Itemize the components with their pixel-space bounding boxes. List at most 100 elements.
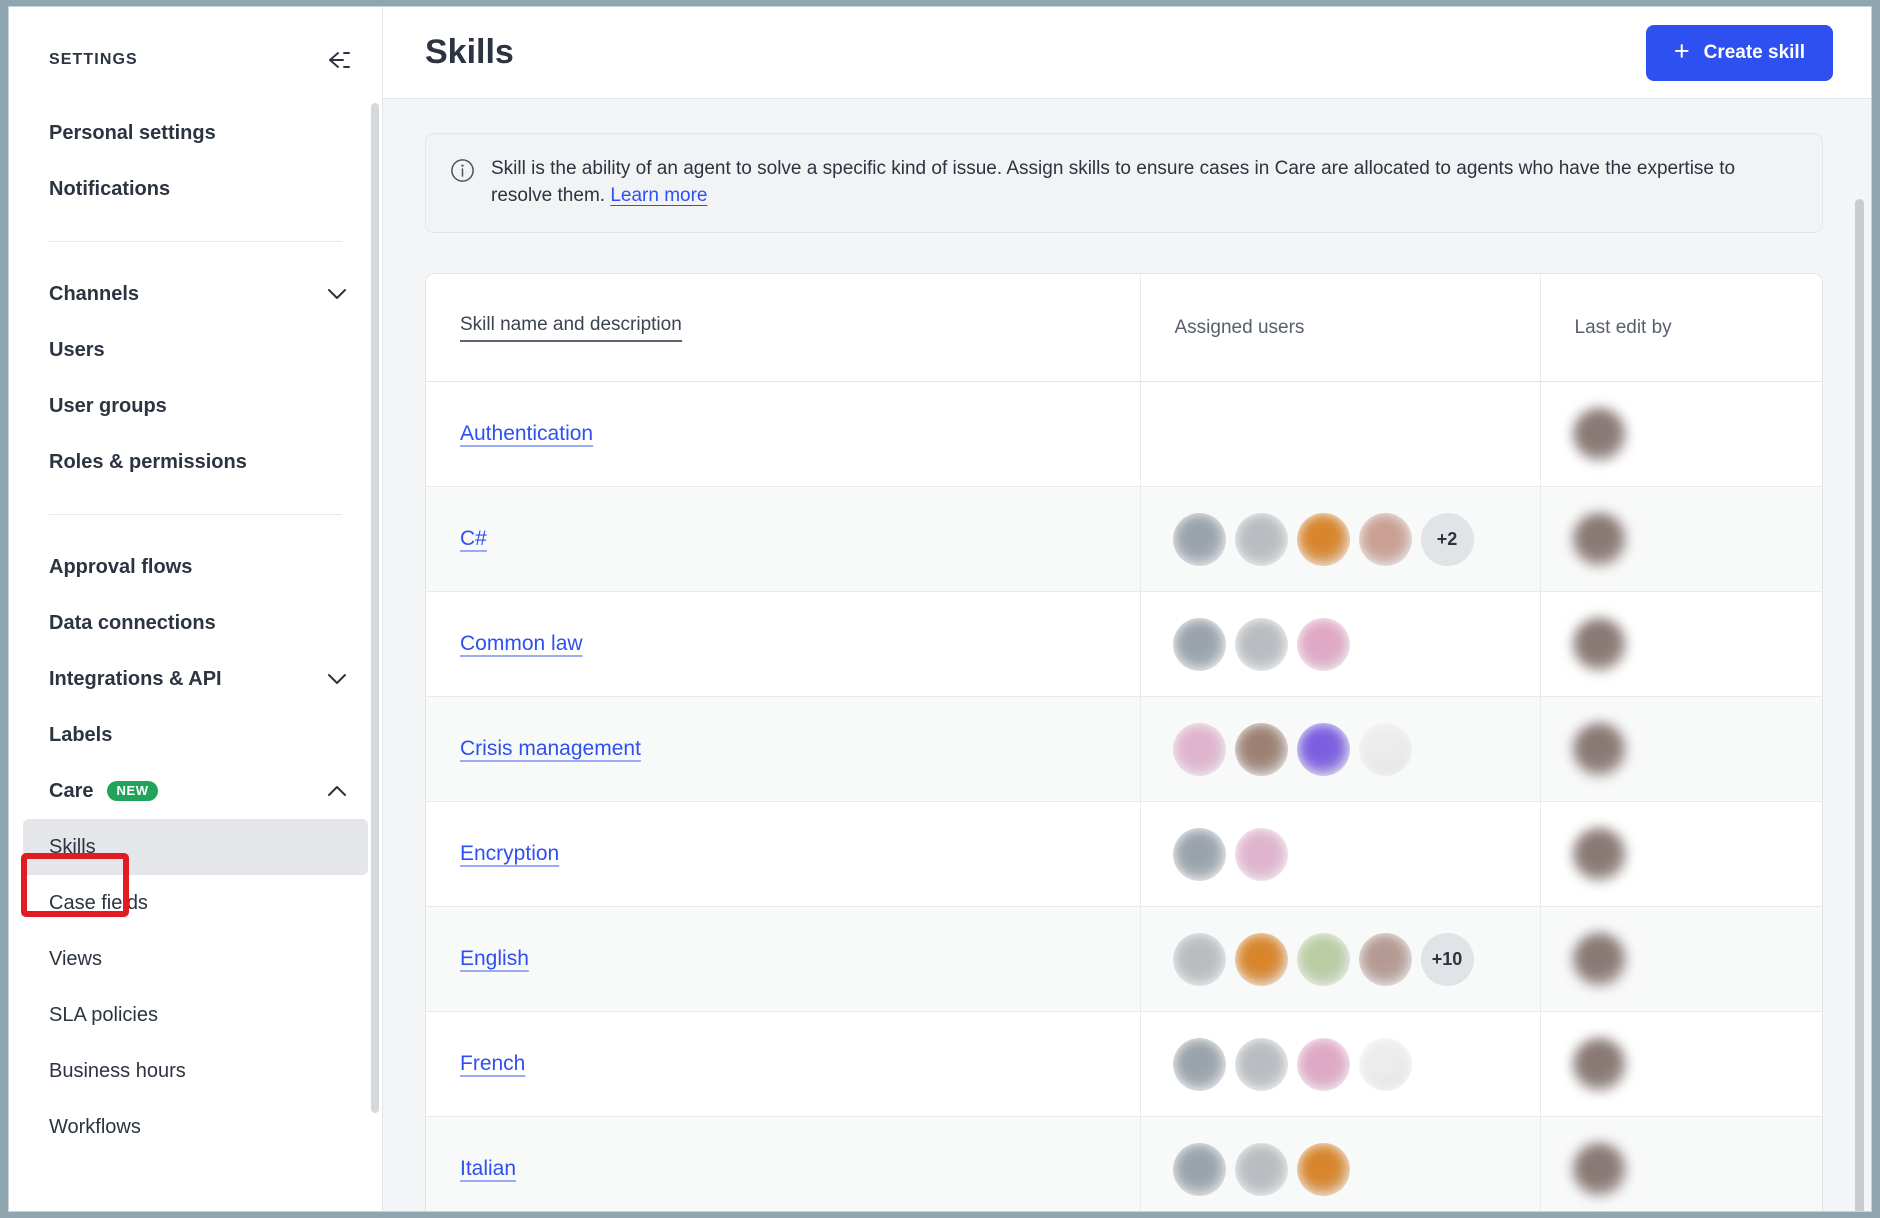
- avatar[interactable]: [1358, 722, 1412, 776]
- table-row[interactable]: English +10: [426, 906, 1823, 1013]
- avatar[interactable]: [1358, 512, 1412, 566]
- avatar[interactable]: [1234, 617, 1288, 671]
- avatar[interactable]: [1572, 1037, 1823, 1091]
- plus-icon: +: [1673, 36, 1690, 66]
- info-banner-text: Skill is the ability of an agent to solv…: [491, 156, 1781, 210]
- table-row[interactable]: Authentication: [426, 381, 1823, 488]
- chevron-down-icon[interactable]: [326, 287, 348, 301]
- table-row[interactable]: Italian: [426, 1116, 1823, 1211]
- skill-link[interactable]: Authentication: [460, 422, 593, 445]
- sidebar-item-notifications[interactable]: Notifications: [9, 161, 382, 217]
- sidebar-item-label: Integrations & API: [49, 667, 222, 690]
- sidebar-item-business-hours[interactable]: Business hours: [9, 1043, 382, 1099]
- avatar[interactable]: [1234, 932, 1288, 986]
- sidebar-item-integrations-api[interactable]: Integrations & API: [9, 651, 382, 707]
- sidebar-scrollbar[interactable]: [371, 103, 379, 1113]
- skill-name-cell: Authentication: [426, 381, 1140, 488]
- sidebar-item-label: Care: [49, 779, 94, 802]
- avatar[interactable]: [1358, 932, 1412, 986]
- sidebar-item-labels[interactable]: Labels: [9, 707, 382, 763]
- main-scrollbar[interactable]: [1855, 199, 1864, 1211]
- sidebar-item-label: Case fields: [49, 891, 148, 914]
- skill-link[interactable]: French: [460, 1052, 525, 1075]
- sidebar-item-data-connections[interactable]: Data connections: [9, 595, 382, 651]
- table-row[interactable]: Common law: [426, 591, 1823, 698]
- avatar[interactable]: [1172, 932, 1226, 986]
- sidebar-item-user-groups[interactable]: User groups: [9, 378, 382, 434]
- create-skill-button[interactable]: + Create skill: [1645, 24, 1833, 81]
- sidebar-nav: Personal settings Notifications Channels…: [9, 83, 382, 1211]
- collapse-sidebar-icon[interactable]: [320, 43, 354, 77]
- avatar[interactable]: [1172, 617, 1226, 671]
- avatar[interactable]: [1358, 1037, 1412, 1091]
- avatar[interactable]: [1572, 1142, 1823, 1196]
- avatar[interactable]: [1234, 722, 1288, 776]
- sidebar-item-label: Roles & permissions: [49, 450, 247, 473]
- sidebar-item-label: Data connections: [49, 611, 216, 634]
- table-row[interactable]: Crisis management: [426, 696, 1823, 803]
- sidebar-item-views[interactable]: Views: [9, 931, 382, 987]
- chevron-up-icon[interactable]: [326, 784, 348, 798]
- avatar[interactable]: [1234, 1037, 1288, 1091]
- avatar-overflow-badge[interactable]: +10: [1420, 932, 1474, 986]
- sidebar-item-personal-settings[interactable]: Personal settings: [9, 105, 382, 161]
- sidebar-item-approval-flows[interactable]: Approval flows: [9, 539, 382, 595]
- assigned-users-cell: [1139, 696, 1540, 803]
- sidebar-divider-2: [49, 514, 342, 515]
- last-edit-by-cell: [1539, 696, 1823, 803]
- avatar[interactable]: [1296, 1142, 1350, 1196]
- sidebar-item-care[interactable]: Care NEW: [9, 763, 382, 819]
- avatar[interactable]: [1234, 827, 1288, 881]
- avatar[interactable]: [1296, 1037, 1350, 1091]
- sidebar-item-label: Views: [49, 947, 102, 970]
- assigned-users-cell: [1139, 591, 1540, 698]
- avatar[interactable]: [1296, 512, 1350, 566]
- sidebar-divider-1: [49, 241, 342, 242]
- skill-link[interactable]: Encryption: [460, 842, 559, 865]
- sidebar-item-skills[interactable]: Skills: [23, 819, 368, 875]
- avatar[interactable]: [1172, 1037, 1226, 1091]
- avatar[interactable]: [1296, 932, 1350, 986]
- avatar[interactable]: [1234, 512, 1288, 566]
- create-skill-label: Create skill: [1703, 41, 1805, 63]
- avatar[interactable]: [1572, 407, 1823, 461]
- column-header-skill-name-label[interactable]: Skill name and description: [460, 314, 682, 342]
- avatar[interactable]: [1572, 512, 1823, 566]
- sidebar-item-label: Business hours: [49, 1059, 186, 1082]
- last-edit-by-cell: [1539, 381, 1823, 488]
- sidebar-item-users[interactable]: Users: [9, 322, 382, 378]
- column-header-last-edit-by[interactable]: Last edit by: [1539, 273, 1822, 383]
- skill-link[interactable]: Crisis management: [460, 737, 641, 760]
- avatar[interactable]: [1172, 512, 1226, 566]
- avatar[interactable]: [1572, 932, 1823, 986]
- sidebar-item-channels[interactable]: Channels: [9, 266, 382, 322]
- avatar-group: [1172, 827, 1540, 881]
- sidebar-item-workflows[interactable]: Workflows: [9, 1099, 382, 1155]
- skill-link[interactable]: Common law: [460, 632, 583, 655]
- avatar[interactable]: [1234, 1142, 1288, 1196]
- avatar[interactable]: [1296, 617, 1350, 671]
- learn-more-link[interactable]: Learn more: [610, 185, 707, 206]
- sidebar-item-sla-policies[interactable]: SLA policies: [9, 987, 382, 1043]
- skill-link[interactable]: Italian: [460, 1157, 516, 1180]
- avatar-group: [1172, 1142, 1540, 1196]
- avatar-overflow-badge[interactable]: +2: [1420, 512, 1474, 566]
- avatar[interactable]: [1296, 722, 1350, 776]
- avatar[interactable]: [1572, 827, 1823, 881]
- table-row[interactable]: French: [426, 1011, 1823, 1118]
- avatar[interactable]: [1572, 617, 1823, 671]
- column-header-assigned-users[interactable]: Assigned users: [1139, 273, 1540, 383]
- skill-link[interactable]: C#: [460, 527, 487, 550]
- skill-link[interactable]: English: [460, 947, 529, 970]
- avatar[interactable]: [1172, 722, 1226, 776]
- sidebar-item-case-fields[interactable]: Case fields: [9, 875, 382, 931]
- avatar[interactable]: [1572, 722, 1823, 776]
- table-row[interactable]: C# +2: [426, 486, 1823, 593]
- avatar[interactable]: [1172, 1142, 1226, 1196]
- skills-table-head: Skill name and description Assigned user…: [426, 273, 1822, 383]
- sidebar-item-roles-permissions[interactable]: Roles & permissions: [9, 434, 382, 490]
- table-row[interactable]: Encryption: [426, 801, 1823, 908]
- chevron-down-icon[interactable]: [326, 672, 348, 686]
- skills-table-body: Authentication C# +2 Common law Crisis manag…: [426, 381, 1823, 1211]
- avatar[interactable]: [1172, 827, 1226, 881]
